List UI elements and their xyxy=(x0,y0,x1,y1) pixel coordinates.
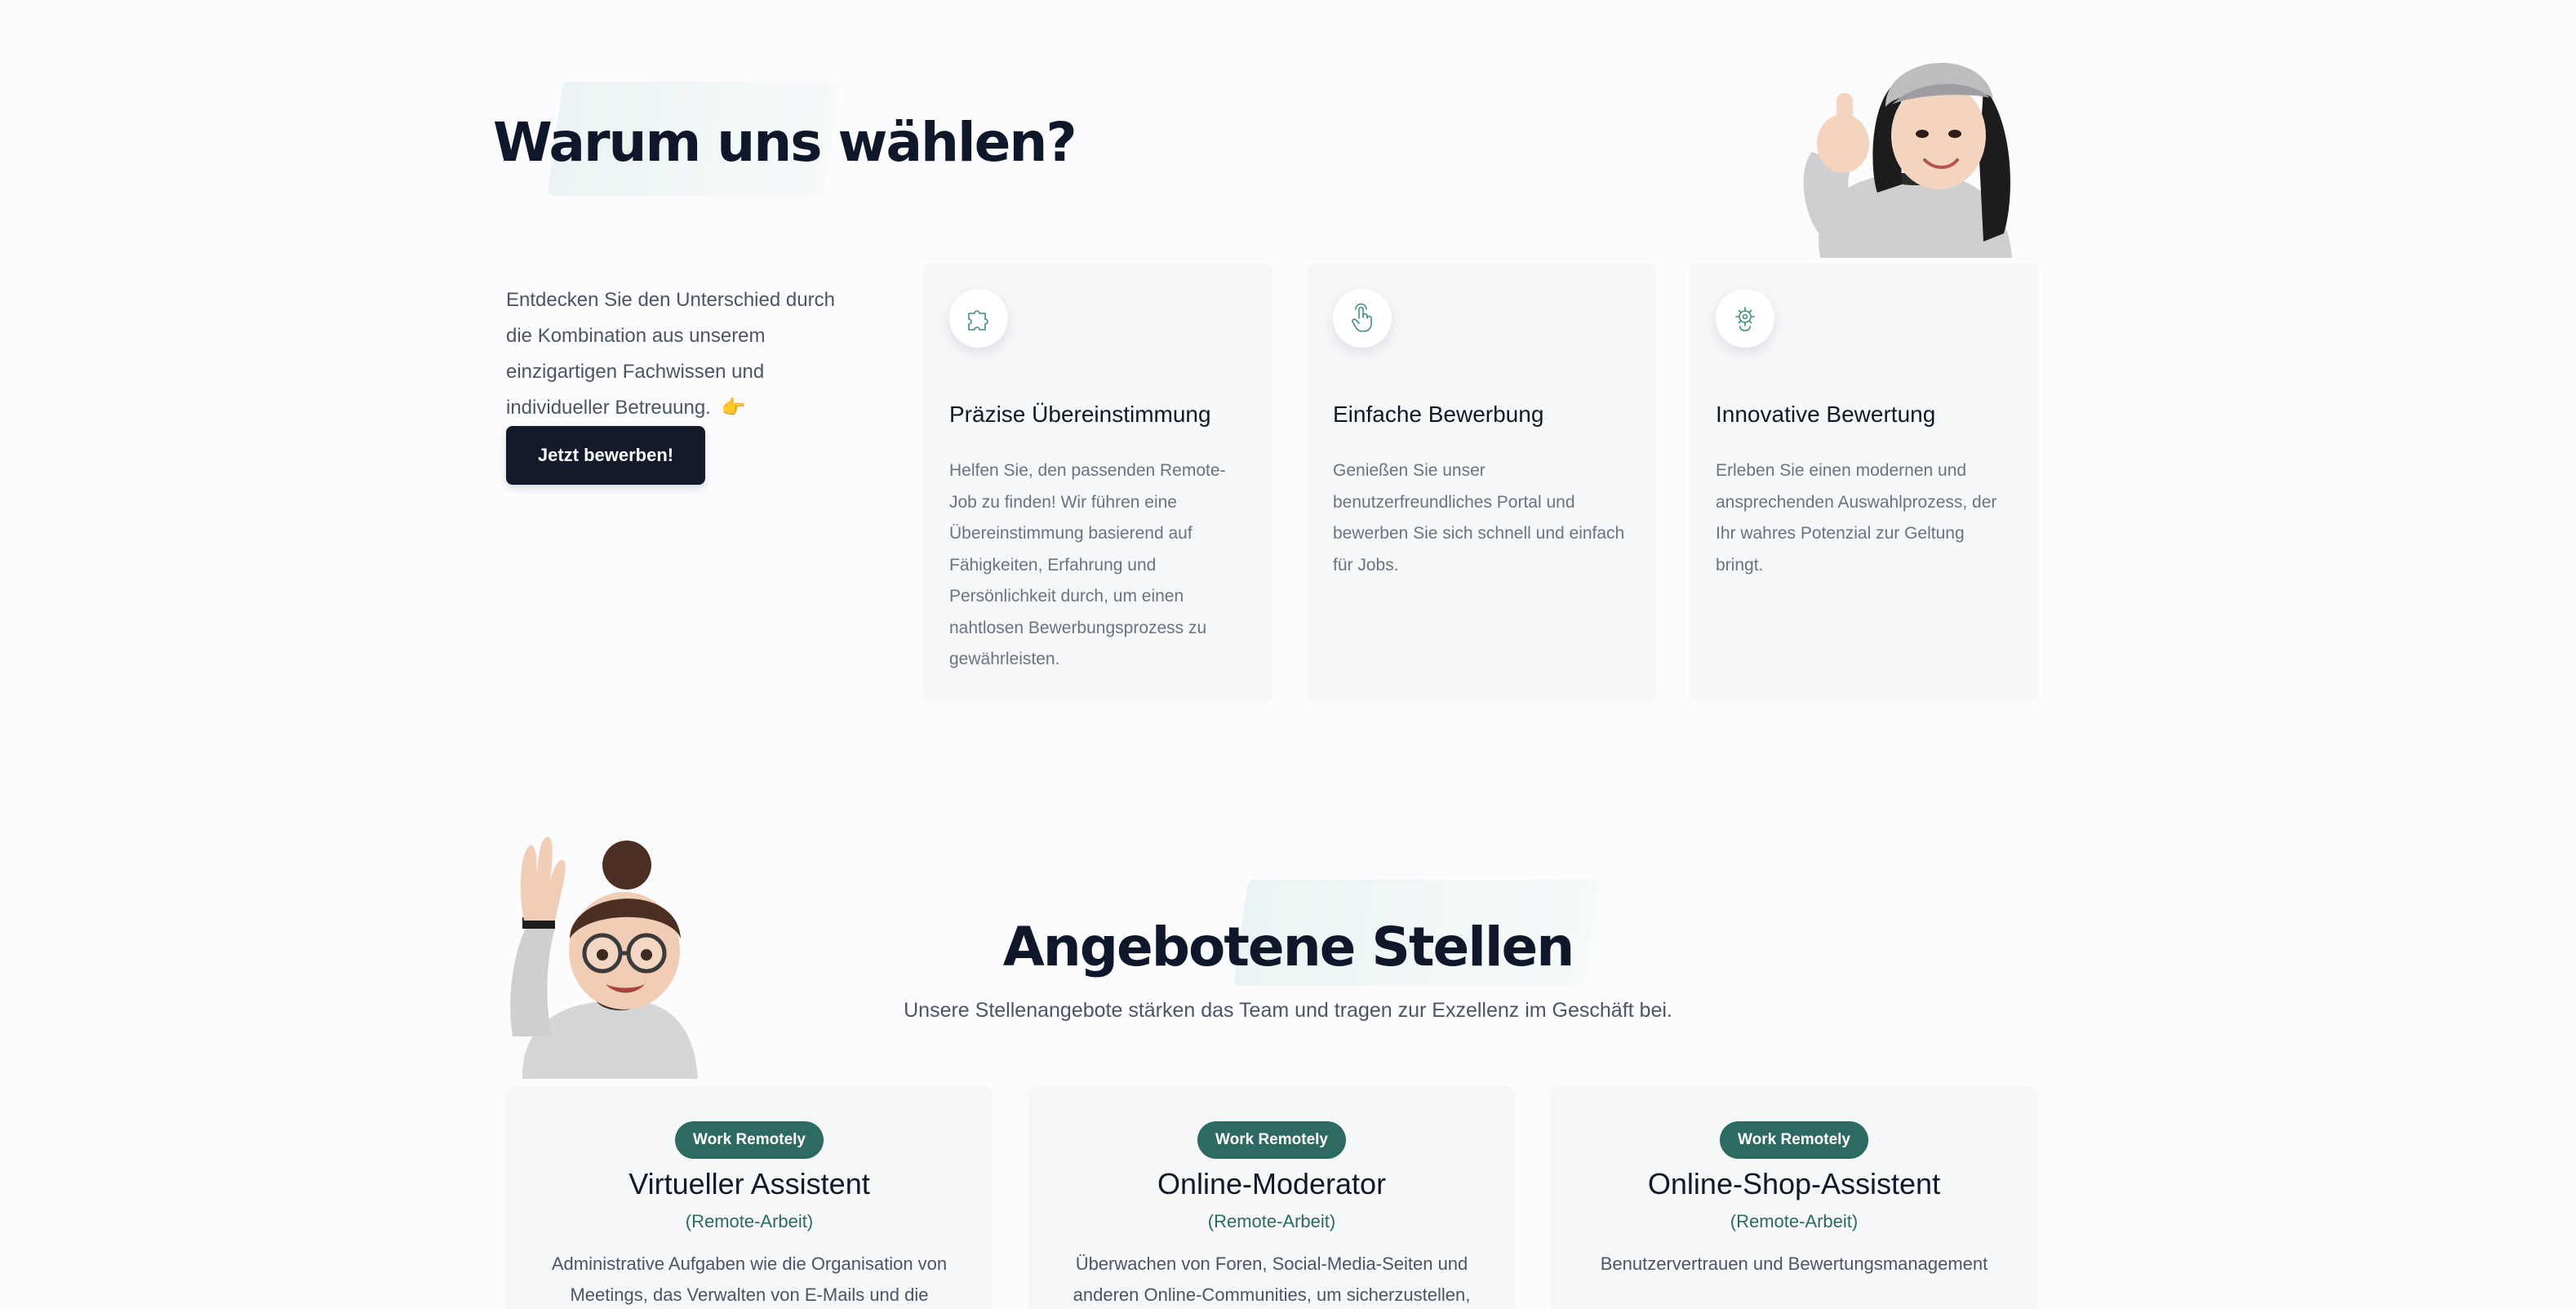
work-remotely-badge: Work Remotely xyxy=(1720,1121,1868,1159)
section-title-why: Warum uns wählen? xyxy=(493,111,1077,174)
job-card[interactable]: Work Remotely Online-Moderator (Remote-A… xyxy=(1028,1085,1515,1309)
hand-pointer-icon xyxy=(1333,289,1392,348)
jobs-subtitle: Unsere Stellenangebote stärken das Team … xyxy=(904,999,1672,1022)
why-intro-text: Entdecken Sie den Unterschied durch die … xyxy=(506,282,865,426)
job-card[interactable]: Work Remotely Virtueller Assistent (Remo… xyxy=(506,1085,993,1309)
pointing-hand-icon: 👉 xyxy=(721,397,746,419)
feature-title: Innovative Bewertung xyxy=(1716,402,1936,427)
work-remotely-badge: Work Remotely xyxy=(675,1121,824,1159)
job-subtitle: (Remote-Arbeit) xyxy=(685,1211,814,1231)
job-title[interactable]: Virtueller Assistent xyxy=(506,1167,993,1201)
apply-now-button[interactable]: Jetzt bewerben! xyxy=(506,426,705,485)
page: Warum uns wählen? Entdecken Sie den Unte… xyxy=(0,0,2576,1309)
puzzle-icon xyxy=(949,289,1008,348)
feature-title: Präzise Übereinstimmung xyxy=(949,402,1211,427)
feature-description: Helfen Sie, den passenden Remote-Job zu … xyxy=(949,461,1226,668)
feature-title: Einfache Bewerbung xyxy=(1333,402,1544,427)
job-description: Administrative Aufgaben wie die Organisa… xyxy=(551,1254,948,1305)
job-subtitle: (Remote-Arbeit) xyxy=(1207,1211,1336,1231)
section-title-jobs: Angebotene Stellen xyxy=(1002,916,1575,978)
gear-brain-icon xyxy=(1716,289,1774,348)
feature-description: Erleben Sie einen modernen und anspreche… xyxy=(1716,461,1997,575)
job-card[interactable]: Work Remotely Online-Shop-Assistent (Rem… xyxy=(1551,1085,2037,1309)
job-title[interactable]: Online-Moderator xyxy=(1028,1167,1515,1201)
memoji-thumbs-up-avatar xyxy=(1779,29,2041,258)
work-remotely-badge: Work Remotely xyxy=(1197,1121,1346,1159)
feature-description: Genießen Sie unser benutzerfreundliches … xyxy=(1333,461,1625,575)
feature-card: Innovative Bewertung Erleben Sie einen m… xyxy=(1690,263,2039,702)
job-description: Benutzervertrauen und Bewertungsmanageme… xyxy=(1600,1254,1988,1274)
why-intro-body: Entdecken Sie den Unterschied durch die … xyxy=(506,289,835,419)
job-title[interactable]: Online-Shop-Assistent xyxy=(1551,1167,2037,1201)
job-description: Überwachen von Foren, Social-Media-Seite… xyxy=(1073,1254,1471,1305)
feature-card: Präzise Übereinstimmung Helfen Sie, den … xyxy=(923,263,1272,702)
feature-card: Einfache Bewerbung Genießen Sie unser be… xyxy=(1307,263,1656,702)
job-subtitle: (Remote-Arbeit) xyxy=(1730,1211,1859,1231)
